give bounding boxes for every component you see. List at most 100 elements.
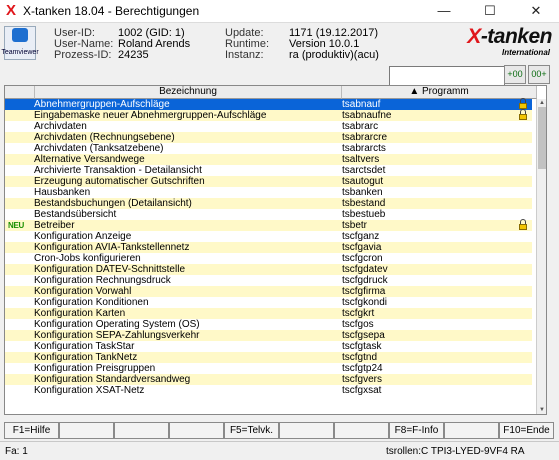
table-row[interactable]: Konfiguration XSAT-Netz tscfgxsat xyxy=(5,385,532,396)
minimize-button[interactable]: — xyxy=(421,0,467,22)
table-row[interactable]: Bestandsübersicht tsbestueb xyxy=(5,209,532,220)
function-key-8[interactable]: F8=F-Info xyxy=(389,422,444,439)
expand-button[interactable]: +00 xyxy=(504,65,526,84)
window-title: X-tanken 18.04 - Berechtigungen xyxy=(23,4,200,18)
cell-name: Hausbanken xyxy=(34,187,91,198)
process-id-value: 24235 xyxy=(118,49,149,61)
cell-name: Konfiguration Preisgruppen xyxy=(34,363,156,374)
table-row[interactable]: Bestandsbuchungen (Detailansicht) tsbesta… xyxy=(5,198,532,209)
cell-program: tscfgkrt xyxy=(342,308,375,319)
lock-icon xyxy=(519,98,527,109)
table-row[interactable]: Konfiguration TankNetz tscfgtnd xyxy=(5,352,532,363)
table-row[interactable]: Konfiguration Operating System (OS) tscfg… xyxy=(5,319,532,330)
cell-program: tscfgxsat xyxy=(342,385,382,396)
function-key-5[interactable]: F5=Telvk. xyxy=(224,422,279,439)
vertical-scrollbar[interactable]: ▲ ▼ xyxy=(536,99,546,414)
table-row[interactable]: Archivierte Transaktion - Detailansicht t… xyxy=(5,165,532,176)
table-row[interactable]: Archivdaten (Rechnungsebene) tsabrarcre xyxy=(5,132,532,143)
cell-program: tsarctsdet xyxy=(342,165,386,176)
cell-program: tsabnauf xyxy=(342,99,381,110)
table-row[interactable]: Konfiguration Standardversandweg tscfgver… xyxy=(5,374,532,385)
cell-name: Eingabemaske neuer Abnehmergruppen-Aufsc… xyxy=(34,110,267,121)
cell-name: Konfiguration XSAT-Netz xyxy=(34,385,145,396)
cell-program: tscfgsepa xyxy=(342,330,385,341)
function-key-4[interactable] xyxy=(169,422,224,439)
brand-logo: X-tanken International xyxy=(430,25,552,59)
cell-name: Konfiguration SEPA-Zahlungsverkehr xyxy=(34,330,200,341)
process-id-label: Prozess-ID: xyxy=(54,49,112,61)
table-row[interactable]: Konfiguration Preisgruppen tscfgtp24 xyxy=(5,363,532,374)
cell-program: tscfgtask xyxy=(342,341,382,352)
function-key-2[interactable] xyxy=(59,422,114,439)
table-header-marker xyxy=(5,86,35,99)
table-row[interactable]: Konfiguration AVIA-Tankstellennetz tscfga… xyxy=(5,242,532,253)
cell-program: tscfgtnd xyxy=(342,352,378,363)
table-row[interactable]: Konfiguration DATEV-Schnittstelle tscfgda… xyxy=(5,264,532,275)
function-key-9[interactable] xyxy=(444,422,499,439)
table-row[interactable]: Konfiguration TaskStar tscfgtask xyxy=(5,341,532,352)
close-button[interactable]: ✕ xyxy=(513,0,559,22)
cell-name: Archivdaten (Rechnungsebene) xyxy=(34,132,175,143)
table-row[interactable]: NEU Betreiber tsbetr xyxy=(5,219,532,231)
cell-name: Konfiguration Karten xyxy=(34,308,126,319)
new-badge: NEU xyxy=(8,221,24,230)
cell-name: Konfiguration Anzeige xyxy=(34,231,132,242)
status-program-info: tsrollen:C TPI3-LYED-9VF4 RA xyxy=(386,446,525,457)
search-input[interactable] xyxy=(389,66,505,86)
column-header-program[interactable]: ▲ Programm xyxy=(342,86,537,99)
maximize-button[interactable]: ☐ xyxy=(467,0,513,22)
cell-program: tsbestand xyxy=(342,198,386,209)
table-row[interactable]: Abnehmergruppen-Aufschläge tsabnauf xyxy=(5,98,532,110)
cell-name: Konfiguration TaskStar xyxy=(34,341,135,352)
scroll-thumb[interactable] xyxy=(538,107,546,169)
cell-program: tscfgkondi xyxy=(342,297,388,308)
cell-name: Betreiber xyxy=(34,220,75,231)
function-key-bar: F1=Hilfe F5=Telvk. F8=F-Info F10=Ende xyxy=(4,422,555,439)
collapse-button[interactable]: 00+ xyxy=(528,65,550,84)
cell-program: tscfgfirma xyxy=(342,286,386,297)
cell-program: tscfgcron xyxy=(342,253,383,264)
cell-program: tsbanken xyxy=(342,187,383,198)
instance-label: Instanz: xyxy=(225,49,264,61)
function-key-7[interactable] xyxy=(334,422,389,439)
table-row[interactable]: Archivdaten (Tanksatzebene) tsabrarcts xyxy=(5,143,532,154)
cell-name: Konfiguration Operating System (OS) xyxy=(34,319,200,330)
lock-icon xyxy=(519,219,527,230)
scroll-up-icon[interactable]: ▲ xyxy=(537,99,546,107)
cell-program: tsabrarcre xyxy=(342,132,388,143)
table-row[interactable]: Konfiguration Karten tscfgkrt xyxy=(5,308,532,319)
table-row[interactable]: Konfiguration Konditionen tscfgkondi xyxy=(5,297,532,308)
lock-icon xyxy=(519,109,527,120)
function-key-1[interactable]: F1=Hilfe xyxy=(4,422,59,439)
table-row[interactable]: Eingabemaske neuer Abnehmergruppen-Aufsc… xyxy=(5,109,532,121)
cell-program: tscfgtp24 xyxy=(342,363,383,374)
cell-name: Alternative Versandwege xyxy=(34,154,145,165)
table-row[interactable]: Cron-Jobs konfigurieren tscfgcron xyxy=(5,253,532,264)
brand-subtitle: International xyxy=(501,48,550,57)
function-key-3[interactable] xyxy=(114,422,169,439)
scroll-down-icon[interactable]: ▼ xyxy=(537,406,546,414)
cell-program: tscfgos xyxy=(342,319,374,330)
cell-program: tscfganz xyxy=(342,231,380,242)
cell-name: Abnehmergruppen-Aufschläge xyxy=(34,99,170,110)
teamviewer-icon xyxy=(12,28,28,42)
function-key-10[interactable]: F10=Ende xyxy=(499,422,554,439)
table-row[interactable]: Konfiguration Anzeige tscfganz xyxy=(5,231,532,242)
table-row[interactable]: Konfiguration SEPA-Zahlungsverkehr tscfgs… xyxy=(5,330,532,341)
cell-program: tsabnaufne xyxy=(342,110,392,121)
cell-program: tscfgdatev xyxy=(342,264,388,275)
permissions-table: Bezeichnung ▲ Programm Abnehmergruppen-A… xyxy=(4,85,547,415)
cell-program: tsabrarc xyxy=(342,121,379,132)
table-row[interactable]: Konfiguration Rechnungsdruck tscfgdruck xyxy=(5,275,532,286)
cell-program: tsbetr xyxy=(342,220,368,231)
cell-name: Bestandsübersicht xyxy=(34,209,117,220)
table-row[interactable]: Erzeugung automatischer Gutschriften tsau… xyxy=(5,176,532,187)
table-row[interactable]: Hausbanken tsbanken xyxy=(5,187,532,198)
column-header-name[interactable]: Bezeichnung xyxy=(35,86,342,99)
table-row[interactable]: Archivdaten tsabrarc xyxy=(5,121,532,132)
table-row[interactable]: Konfiguration Vorwahl tscfgfirma xyxy=(5,286,532,297)
table-row[interactable]: Alternative Versandwege tsaltvers xyxy=(5,154,532,165)
app-logo-icon: X xyxy=(6,2,17,19)
cell-name: Cron-Jobs konfigurieren xyxy=(34,253,141,264)
function-key-6[interactable] xyxy=(279,422,334,439)
